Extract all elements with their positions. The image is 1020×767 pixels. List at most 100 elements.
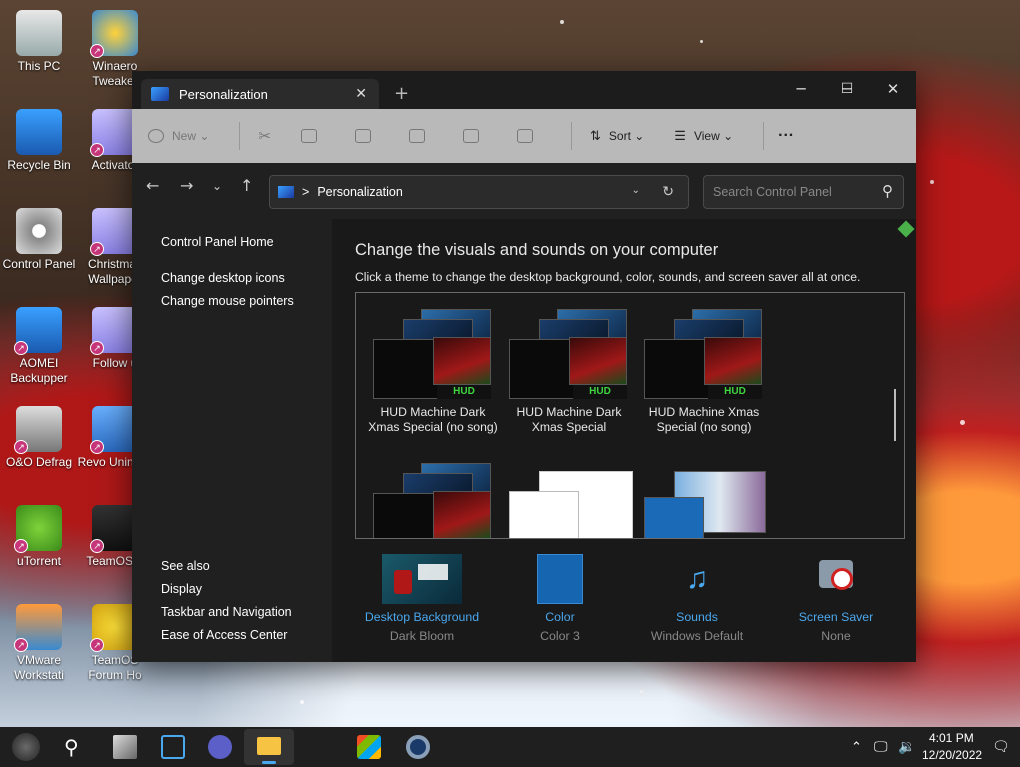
shortcut-arrow-icon: ↗	[90, 539, 104, 553]
control-panel-icon	[16, 208, 62, 254]
rename-button[interactable]	[408, 129, 433, 143]
shortcut-arrow-icon: ↗	[14, 440, 28, 454]
delete-button[interactable]	[516, 129, 541, 143]
theme-item[interactable]: HUD HUD Machine Dark Xmas Special	[504, 309, 634, 435]
search-icon[interactable]: ⚲	[882, 182, 893, 200]
share-button[interactable]	[462, 129, 487, 143]
task-view-icon[interactable]	[113, 735, 137, 759]
display-link[interactable]: Display	[161, 582, 202, 596]
sounds-setting[interactable]: ♫ Sounds Windows Default	[627, 554, 767, 643]
personalization-window: Personalization ✕ + ─ ─ ☐ ✕ New ⌄ ✂ ⇅So	[132, 71, 916, 662]
taskbar-navigation-link[interactable]: Taskbar and Navigation	[161, 605, 292, 619]
search-icon[interactable]: ⚲	[64, 735, 88, 759]
network-icon[interactable]: 🖵	[874, 738, 888, 755]
scrollbar[interactable]	[894, 389, 896, 441]
change-mouse-pointers-link[interactable]: Change mouse pointers	[161, 294, 294, 308]
desktop-icon[interactable]: ↗ VMware Workstati	[0, 604, 78, 683]
main-content: Change the visuals and sounds on your co…	[332, 219, 916, 662]
color-link[interactable]: Color	[490, 610, 630, 624]
settings-icon[interactable]	[406, 735, 430, 759]
tab-personalization[interactable]: Personalization ✕	[141, 79, 379, 109]
desktop-background-setting[interactable]: Desktop Background Dark Bloom	[352, 554, 492, 643]
new-button[interactable]: New ⌄	[148, 129, 209, 143]
control-panel-home-link[interactable]: Control Panel Home	[161, 235, 274, 249]
winaero-icon: ↗	[90, 10, 138, 58]
clock-time[interactable]: 4:01 PM	[929, 731, 974, 745]
cut-button[interactable]: ✂	[258, 127, 271, 145]
snowflake	[560, 20, 564, 24]
desktop-icon[interactable]: Control Panel	[0, 208, 78, 272]
recent-locations-icon[interactable]: ⌄	[212, 179, 222, 193]
change-desktop-icons-link[interactable]: Change desktop icons	[161, 271, 285, 285]
desktop-background-link[interactable]: Desktop Background	[352, 610, 492, 624]
more-options-button[interactable]: ···	[778, 127, 794, 145]
volume-icon[interactable]: 🔉	[898, 738, 915, 755]
desktop-icon-label: Control Panel	[2, 257, 76, 271]
theme-item[interactable]: HUD HUD Machine Dark Xmas Special (no so…	[368, 309, 498, 435]
new-tab-icon[interactable]: +	[394, 83, 409, 104]
up-icon[interactable]: ↑	[240, 176, 253, 195]
close-tab-icon[interactable]: ✕	[355, 85, 367, 102]
close-window-icon[interactable]: ✕	[870, 76, 916, 102]
back-icon[interactable]: ←	[146, 176, 159, 195]
this-pc-icon	[16, 10, 62, 56]
shortcut-arrow-icon: ↗	[90, 638, 104, 652]
shortcut-arrow-icon: ↗	[90, 242, 104, 256]
clock-date[interactable]: 12/20/2022	[922, 748, 982, 762]
maximize-icon[interactable]: ☐	[824, 76, 870, 102]
start-button[interactable]	[12, 733, 40, 761]
screen-saver-link[interactable]: Screen Saver	[766, 610, 906, 624]
sort-button[interactable]: ⇅ Sort ⌄	[590, 128, 644, 144]
theme-preview	[373, 463, 493, 538]
taskbar: ⚲ ⌃ 🖵 🔉 4:01 PM 12/20/2022 🗨	[0, 727, 1020, 767]
desktop-icon[interactable]: ↗ O&O Defrag	[0, 406, 78, 470]
notifications-icon[interactable]: 🗨	[992, 738, 1010, 755]
share-icon	[462, 129, 479, 143]
desktop-background-thumbnail	[382, 554, 462, 604]
help-icon[interactable]	[897, 220, 915, 238]
paste-button[interactable]	[354, 129, 379, 143]
theme-item[interactable]: HUD HUD Machine Xmas Special (no song)	[639, 309, 769, 435]
shortcut-arrow-icon: ↗	[90, 44, 104, 58]
shortcut-arrow-icon: ↗	[14, 638, 28, 652]
aomei-icon: ↗	[14, 307, 62, 355]
sounds-link[interactable]: Sounds	[627, 610, 767, 624]
forward-icon[interactable]: →	[180, 176, 193, 195]
screen-saver-setting[interactable]: Screen Saver None	[766, 554, 906, 643]
ease-of-access-link[interactable]: Ease of Access Center	[161, 628, 287, 642]
shortcut-arrow-icon: ↗	[14, 341, 28, 355]
hud-logo: HUD	[437, 385, 491, 399]
desktop-background-value: Dark Bloom	[389, 629, 455, 643]
breadcrumb-personalization[interactable]: Personalization	[317, 185, 402, 199]
widgets-icon[interactable]	[161, 735, 185, 759]
desktop-icon-label: This PC	[17, 59, 61, 73]
view-button[interactable]: ☰ View ⌄	[674, 128, 733, 144]
desktop-icon[interactable]: This PC	[0, 10, 78, 74]
search-input[interactable]: Search Control Panel ⚲	[703, 175, 904, 209]
snowflake	[640, 690, 643, 693]
color-setting[interactable]: Color Color 3	[490, 554, 630, 643]
theme-name: HUD Machine Dark Xmas Special	[516, 405, 622, 434]
copy-button[interactable]	[300, 129, 325, 143]
chevron-down-icon[interactable]: ⌄	[632, 185, 640, 196]
theme-preview	[644, 463, 766, 538]
store-icon[interactable]	[357, 735, 381, 759]
personalization-icon	[151, 87, 169, 101]
desktop-icon-label: O&O Defrag	[5, 455, 73, 469]
file-explorer-taskbar-item[interactable]	[244, 729, 294, 765]
refresh-icon[interactable]: ↻	[662, 183, 674, 200]
page-subtitle: Click a theme to change the desktop back…	[355, 270, 861, 284]
chevron-up-icon[interactable]: ⌃	[851, 739, 862, 755]
theme-item[interactable]	[368, 463, 498, 538]
theme-item[interactable]	[504, 463, 634, 538]
desktop-icon[interactable]: ↗ uTorrent	[0, 505, 78, 569]
sidebar: Control Panel Home Change desktop icons …	[132, 219, 332, 662]
address-bar[interactable]: > Personalization ⌄ ↻	[269, 175, 689, 209]
recycle-bin-icon	[16, 109, 62, 155]
minimize-window-icon[interactable]: ─	[778, 76, 824, 102]
chat-icon[interactable]	[208, 735, 232, 759]
theme-name: HUD Machine Dark Xmas Special (no song)	[368, 405, 498, 434]
desktop-icon[interactable]: ↗ AOMEI Backupper	[0, 307, 78, 386]
desktop-icon[interactable]: Recycle Bin	[0, 109, 78, 173]
theme-item[interactable]	[639, 463, 769, 538]
